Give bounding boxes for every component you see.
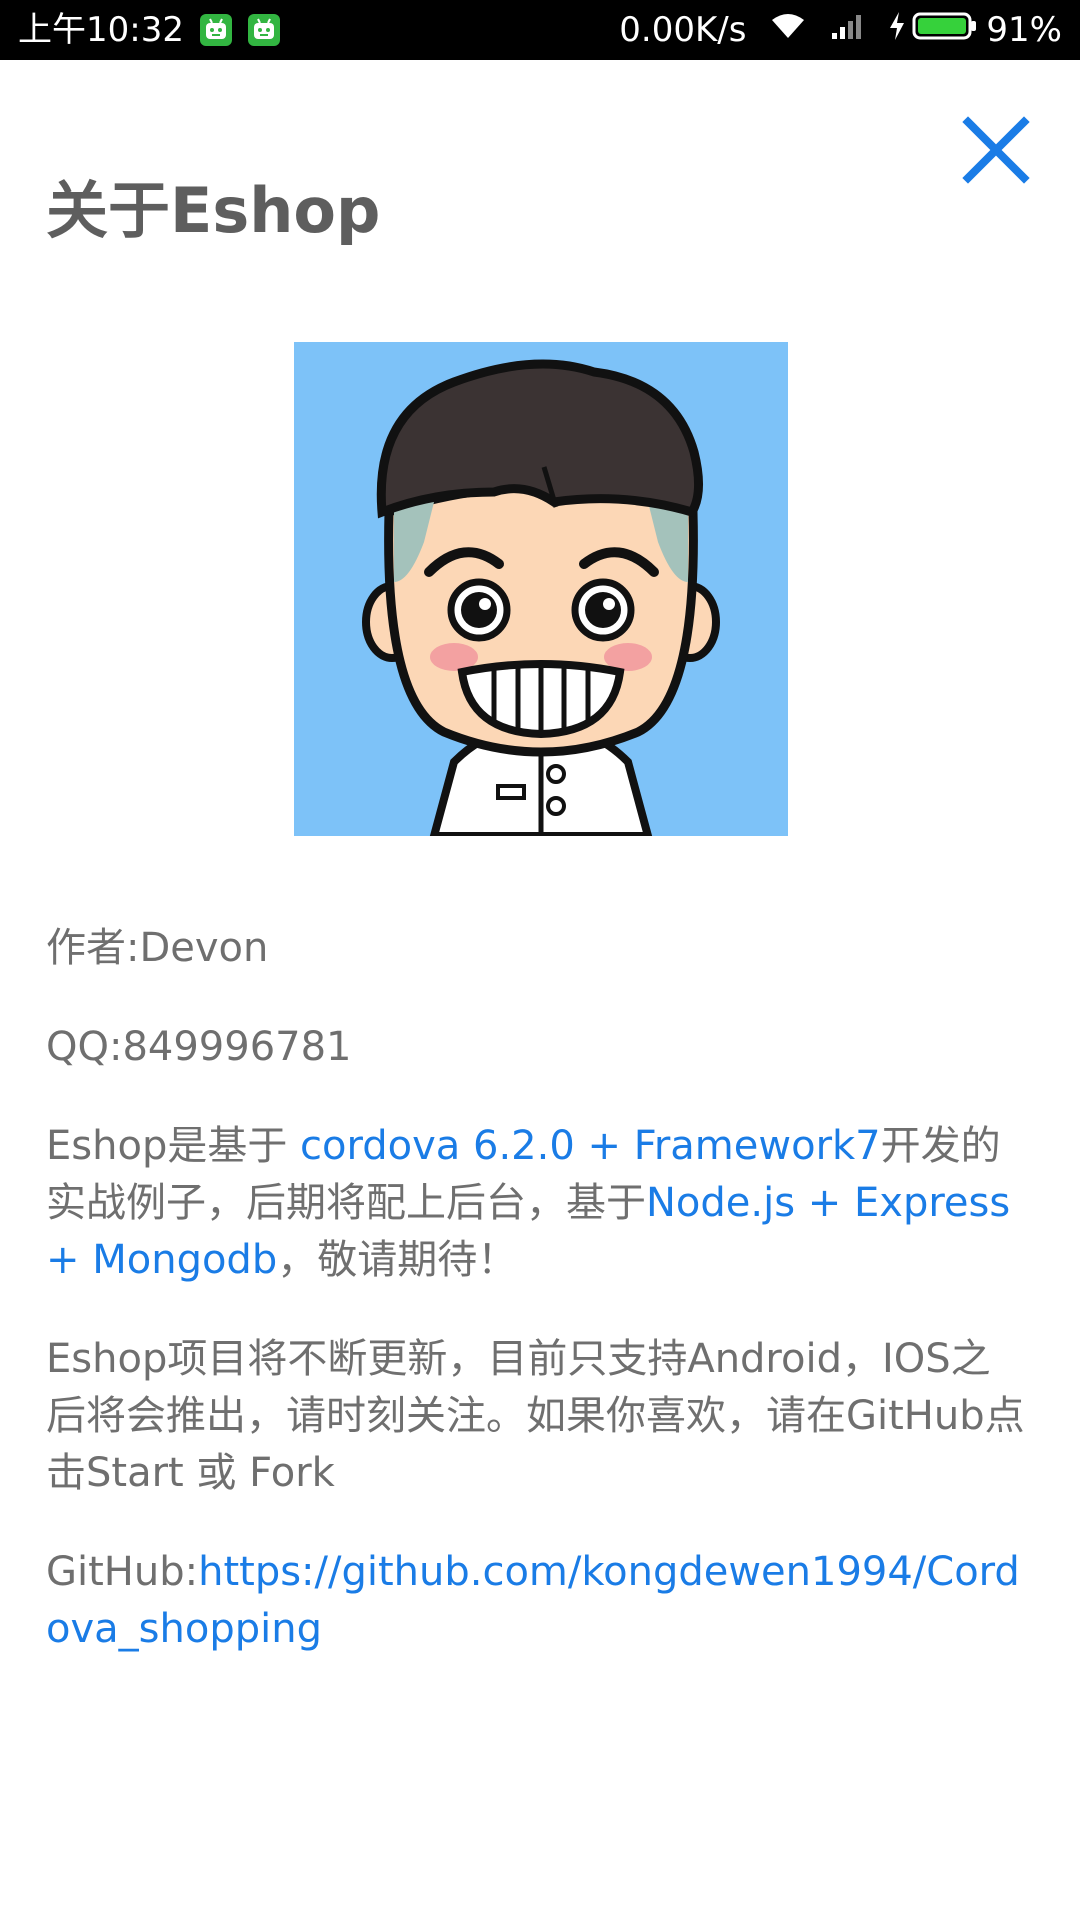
author-avatar — [294, 342, 788, 836]
close-icon — [962, 116, 1030, 184]
battery-level: 91% — [986, 10, 1062, 50]
page-title: 关于Eshop — [46, 174, 381, 247]
status-time: 上午10:32 — [18, 10, 184, 50]
intro-paragraph: Eshop是基于 cordova 6.2.0 + Framework7开发的实战… — [46, 1118, 1026, 1289]
github-paragraph: GitHub:https://github.com/kongdewen1994/… — [46, 1544, 1026, 1658]
status-bar-left: 上午10:32 — [18, 0, 280, 60]
nodejs-link[interactable]: Node.js — [646, 1180, 795, 1226]
update-note: Eshop项目将不断更新，目前只支持Android，IOS之后将会推出，请时刻关… — [46, 1336, 1025, 1496]
qq-text: QQ:849996781 — [46, 1024, 352, 1070]
android-notification-icon — [199, 14, 232, 46]
plus-text: + — [574, 1123, 634, 1169]
status-bar-right: 0.00K/s 91% — [619, 0, 1062, 60]
author-text: 作者:Devon — [46, 925, 269, 971]
charging-icon — [888, 10, 906, 51]
intro-text: Eshop是基于 — [46, 1123, 301, 1169]
close-button[interactable] — [960, 114, 1032, 186]
cordova-link[interactable]: cordova 6.2.0 — [300, 1123, 575, 1169]
plus-text: + — [46, 1237, 93, 1283]
wifi-icon — [768, 10, 808, 51]
network-speed: 0.00K/s — [619, 10, 747, 50]
express-link[interactable]: Express — [854, 1180, 1010, 1226]
plus-text: + — [795, 1180, 855, 1226]
signal-icon — [830, 10, 866, 50]
mongodb-link[interactable]: Mongodb — [92, 1237, 277, 1283]
github-label: GitHub: — [46, 1549, 199, 1595]
cartoon-avatar-illustration — [294, 342, 788, 836]
battery-icon — [912, 10, 978, 51]
android-notification-icon — [247, 14, 280, 46]
framework7-link[interactable]: Framework7 — [634, 1123, 881, 1169]
status-bar: 上午10:32 0.00K/s 91% — [0, 0, 1080, 60]
about-content: 作者:Devon QQ:849996781 Eshop是基于 cordova 6… — [46, 920, 1026, 1700]
intro-text: ，敬请期待！ — [277, 1237, 518, 1283]
